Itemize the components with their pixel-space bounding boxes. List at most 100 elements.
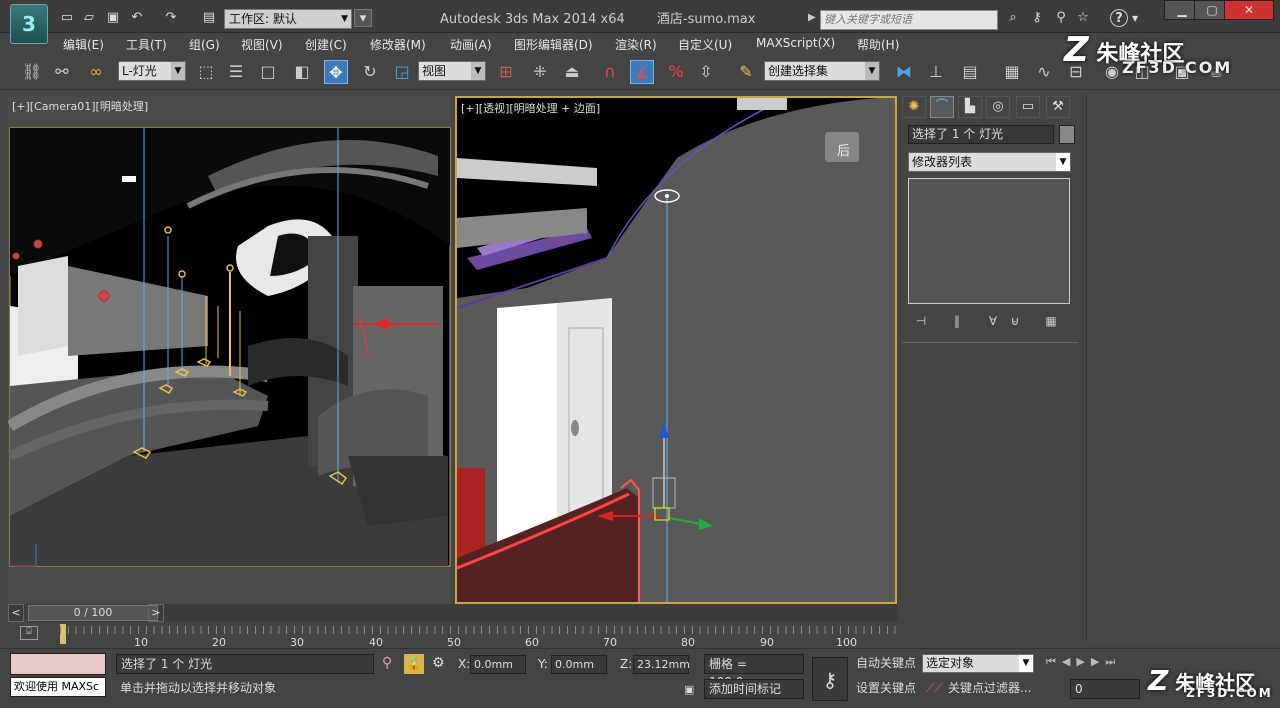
add-time-tag[interactable]: 添加时间标记 <box>704 679 804 699</box>
help-icon[interactable]: ? <box>1110 9 1128 27</box>
search-input[interactable]: 键入关键字或短语 <box>820 10 998 30</box>
select-and-scale-icon[interactable]: ◲ <box>390 60 414 84</box>
select-by-name-icon[interactable]: ☰ <box>224 60 248 84</box>
menu-rendering[interactable]: 渲染(R) <box>615 36 657 53</box>
viewport-perspective[interactable]: [+][透视][明暗处理 + 边面] 后 <box>455 96 897 604</box>
display-tab-icon[interactable]: ▭ <box>1016 96 1040 118</box>
select-and-move-icon[interactable]: ✥ <box>324 60 348 84</box>
menu-tools[interactable]: 工具(T) <box>126 36 167 53</box>
layer-manager-icon[interactable]: ▤ <box>958 60 982 84</box>
select-manipulate-icon[interactable]: ⁜ <box>528 60 552 84</box>
edit-named-selection-icon[interactable]: ✎ <box>734 60 758 84</box>
key-mode-dropdown[interactable]: 选定对象 ▼ <box>922 654 1034 673</box>
x-coord-field[interactable]: 0.0mm <box>470 655 526 674</box>
menu-help[interactable]: 帮助(H) <box>857 36 899 53</box>
new-file-icon[interactable]: ▭ <box>58 9 76 27</box>
angle-snap-icon[interactable]: ∡ <box>630 60 654 84</box>
favorites-star-icon[interactable]: ☆ <box>1074 9 1092 27</box>
isolate-selection-icon[interactable]: ⚲ <box>382 655 392 671</box>
time-slider-thumb[interactable]: 0 / 100 <box>28 605 158 621</box>
set-key-icon[interactable]: ⚷ <box>812 657 848 701</box>
named-selection-dropdown[interactable]: 创建选择集 ▼ <box>764 61 880 81</box>
viewcube-label[interactable]: 后 <box>837 140 850 159</box>
scene-explorer-icon[interactable]: ▦ <box>1000 60 1024 84</box>
menu-animation[interactable]: 动画(A) <box>450 36 492 53</box>
viewport-label-perspective[interactable]: [+][透视][明暗处理 + 边面] <box>461 100 600 116</box>
pivot-center-icon[interactable]: ⊞ <box>494 60 518 84</box>
configure-modifier-sets-icon[interactable]: ▦ <box>1042 312 1060 330</box>
show-end-result-icon[interactable]: ‖ <box>948 312 966 330</box>
motion-tab-icon[interactable]: ◎ <box>986 96 1010 118</box>
unlink-icon[interactable]: ⚯ <box>50 60 74 84</box>
menu-create[interactable]: 创建(C) <box>305 36 347 53</box>
z-coord-field[interactable]: 23.12mm <box>633 655 690 674</box>
viewport-camera[interactable]: [+][Camera01][明暗处理] <box>8 96 452 604</box>
current-frame-field[interactable]: 0 <box>1070 679 1140 699</box>
curve-editor-icon[interactable]: ∿ <box>1032 60 1056 84</box>
viewport-label-camera[interactable]: [+][Camera01][明暗处理] <box>12 98 148 114</box>
link-icon[interactable]: ⛓ <box>20 60 44 84</box>
utilities-tab-icon[interactable]: ⚒ <box>1046 96 1070 118</box>
binoculars-icon[interactable]: ⌕ <box>1004 9 1022 27</box>
maxscript-mini-listener[interactable]: 欢迎使用 MAXSc <box>10 677 106 697</box>
create-tab-icon[interactable]: ✺ <box>902 96 926 118</box>
save-file-icon[interactable]: ▣ <box>104 9 122 27</box>
modify-tab-icon[interactable]: ⌒ <box>930 96 954 118</box>
modifier-list-dropdown[interactable]: 修改器列表 ▼ <box>908 152 1071 172</box>
menu-maxscript[interactable]: MAXScript(X) <box>756 36 835 50</box>
align-icon[interactable]: ⊥ <box>924 60 948 84</box>
key-filters-button[interactable]: 关键点过滤器... <box>944 679 1036 699</box>
time-prev-icon[interactable]: < <box>8 604 24 622</box>
selection-filter-dropdown[interactable]: L-灯光 ▼ <box>118 61 186 81</box>
menu-edit[interactable]: 编辑(E) <box>63 36 104 53</box>
key-filters-icon[interactable]: ⟋⟋ <box>926 681 943 696</box>
hierarchy-tab-icon[interactable]: ▙ <box>958 96 982 118</box>
toolbar-overflow-icon[interactable]: ▾ <box>354 9 372 27</box>
mirror-icon[interactable]: ⧓ <box>892 60 916 84</box>
menu-graph-editors[interactable]: 图形编辑器(D) <box>514 36 593 53</box>
auto-key-button[interactable]: 自动关键点 <box>852 654 918 674</box>
close-button-icon[interactable]: ✕ <box>1224 0 1274 20</box>
window-crossing-icon[interactable]: ◧ <box>290 60 314 84</box>
time-tag-icon[interactable]: ▣ <box>684 683 694 696</box>
y-coord-field[interactable]: 0.0mm <box>551 655 607 674</box>
menu-group[interactable]: 组(G) <box>189 36 220 53</box>
time-next-icon[interactable]: > <box>148 604 164 622</box>
open-mini-curve-editor-icon[interactable]: ⌸ <box>20 626 38 640</box>
select-and-rotate-icon[interactable]: ↻ <box>358 60 382 84</box>
percent-snap-icon[interactable]: % <box>664 60 688 84</box>
make-unique-icon[interactable]: ∀ <box>984 312 1002 330</box>
maxscript-listener-swatch[interactable] <box>10 653 106 675</box>
object-color-swatch[interactable] <box>1059 125 1075 144</box>
undo-icon[interactable]: ↶ <box>128 9 146 27</box>
redo-icon[interactable]: ↷ <box>162 9 180 27</box>
remove-modifier-icon[interactable]: ⊌ <box>1006 312 1024 330</box>
project-folder-icon[interactable]: ▤ <box>200 9 218 27</box>
object-name-field[interactable]: 选择了 1 个 灯光 <box>908 125 1054 144</box>
open-file-icon[interactable]: ▱ <box>80 9 98 27</box>
keyboard-shortcut-toggle-icon[interactable]: ⏏ <box>560 60 584 84</box>
app-logo-icon[interactable]: 3 <box>10 4 48 44</box>
absolute-relative-toggle-icon[interactable]: ⚙ <box>432 655 445 671</box>
playback-controls-icon[interactable]: ⏮◀▶▶⏭ <box>1046 655 1121 669</box>
pin-stack-icon[interactable]: ⊣ <box>912 312 930 330</box>
menu-modifiers[interactable]: 修改器(M) <box>370 36 426 53</box>
help-chevron-icon[interactable]: ▼ <box>1132 14 1138 23</box>
selection-lock-icon[interactable]: 🔒 <box>404 654 424 674</box>
search-expand-icon[interactable]: ▶ <box>808 12 816 23</box>
snaps-toggle-icon[interactable]: ∩ <box>598 60 622 84</box>
menu-views[interactable]: 视图(V) <box>241 36 283 53</box>
select-object-icon[interactable]: ⬚ <box>194 60 218 84</box>
modifier-stack[interactable] <box>908 178 1070 304</box>
bind-spacewarp-icon[interactable]: ∞ <box>84 60 108 84</box>
spinner-snap-icon[interactable]: ⇳ <box>694 60 718 84</box>
subscription-key-icon[interactable]: ⚷ <box>1028 9 1046 27</box>
communication-icon[interactable]: ⚲ <box>1052 9 1070 27</box>
time-slider[interactable]: < 0 / 100 > <box>8 604 898 622</box>
workspace-dropdown[interactable]: 工作区: 默认 ▼ <box>224 9 352 29</box>
reference-coord-dropdown[interactable]: 视图 ▼ <box>418 61 486 81</box>
rect-selection-region-icon[interactable]: □ <box>256 60 280 84</box>
set-key-button[interactable]: 设置关键点 <box>852 679 918 699</box>
menu-customize[interactable]: 自定义(U) <box>678 36 732 53</box>
track-bar[interactable]: ⌸ 10 20 30 40 50 60 70 80 90 100 <box>8 622 898 649</box>
